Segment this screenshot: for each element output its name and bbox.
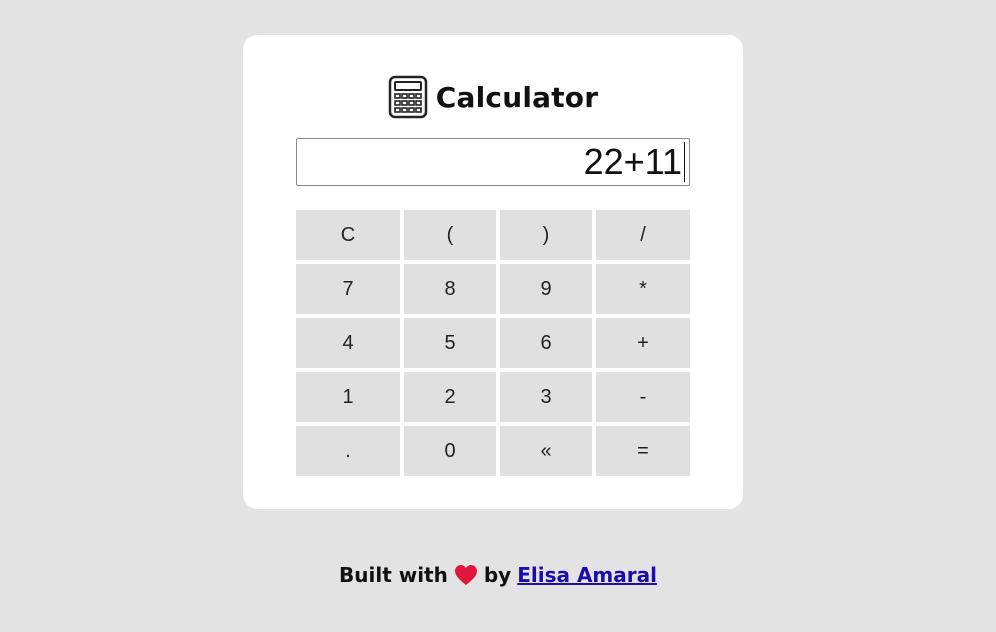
- digit-6-button[interactable]: 6: [500, 318, 592, 368]
- calculator-icon: [388, 75, 428, 119]
- digit-5-button[interactable]: 5: [404, 318, 496, 368]
- digit-1-button[interactable]: 1: [296, 372, 400, 422]
- page-title: Calculator: [435, 80, 599, 114]
- digit-3-button[interactable]: 3: [500, 372, 592, 422]
- title-row: Calculator: [243, 75, 743, 119]
- keypad: C ( ) / 7 8 9 * 4 5 6 + 1 2 3 - . 0 « =: [296, 210, 690, 476]
- close-paren-button[interactable]: ): [500, 210, 592, 260]
- heart-icon: [454, 564, 478, 586]
- calculator-card: Calculator 22+11 C ( ) / 7 8 9 * 4 5 6 +…: [243, 35, 743, 509]
- add-button[interactable]: +: [596, 318, 690, 368]
- calculator-display[interactable]: 22+11: [296, 138, 690, 186]
- divide-button[interactable]: /: [596, 210, 690, 260]
- equals-button[interactable]: =: [596, 426, 690, 476]
- digit-7-button[interactable]: 7: [296, 264, 400, 314]
- open-paren-button[interactable]: (: [404, 210, 496, 260]
- subtract-button[interactable]: -: [596, 372, 690, 422]
- footer-by: by: [483, 563, 512, 587]
- decimal-button[interactable]: .: [296, 426, 400, 476]
- text-cursor: [684, 142, 685, 182]
- digit-2-button[interactable]: 2: [404, 372, 496, 422]
- backspace-button[interactable]: «: [500, 426, 592, 476]
- digit-9-button[interactable]: 9: [500, 264, 592, 314]
- multiply-button[interactable]: *: [596, 264, 690, 314]
- footer: Built with by Elisa Amaral: [0, 560, 996, 590]
- footer-prefix: Built with: [339, 563, 448, 587]
- digit-8-button[interactable]: 8: [404, 264, 496, 314]
- author-link[interactable]: Elisa Amaral: [517, 563, 657, 587]
- display-value: 22+11: [583, 141, 682, 182]
- clear-button[interactable]: C: [296, 210, 400, 260]
- digit-4-button[interactable]: 4: [296, 318, 400, 368]
- digit-0-button[interactable]: 0: [404, 426, 496, 476]
